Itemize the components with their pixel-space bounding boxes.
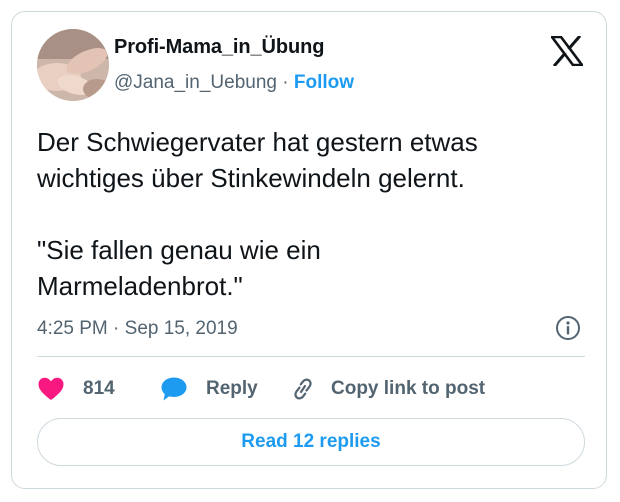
reply-label: Reply — [206, 378, 258, 399]
tweet-timestamp[interactable]: 4:25 PM · Sep 15, 2019 — [37, 318, 238, 340]
follow-button[interactable]: Follow — [294, 72, 354, 93]
link-icon — [294, 378, 312, 400]
tweet-text: Der Schwiegervater hat gestern etwas wic… — [37, 127, 478, 301]
info-icon[interactable] — [555, 315, 581, 341]
x-logo-icon[interactable] — [551, 36, 583, 66]
author-handle[interactable]: @Jana_in_Uebung — [114, 72, 277, 93]
reply-button[interactable]: Reply — [160, 374, 258, 404]
avatar[interactable] — [37, 29, 109, 101]
divider — [37, 356, 585, 357]
author-handle-row: @Jana_in_Uebung · Follow — [114, 72, 354, 94]
copy-link-label: Copy link to post — [331, 378, 486, 399]
author-display-name[interactable]: Profi-Mama_in_Übung — [114, 36, 324, 59]
speech-bubble-icon — [161, 377, 187, 401]
tweet-card: Profi-Mama_in_Übung @Jana_in_Uebung · Fo… — [11, 11, 607, 489]
avatar-image — [37, 29, 109, 101]
heart-icon — [38, 377, 64, 400]
like-button[interactable]: 814 — [37, 374, 115, 404]
read-replies-button[interactable]: Read 12 replies — [37, 418, 585, 466]
like-count: 814 — [83, 378, 115, 399]
handle-separator: · — [276, 72, 294, 93]
copy-link-button[interactable]: Copy link to post — [289, 374, 485, 404]
